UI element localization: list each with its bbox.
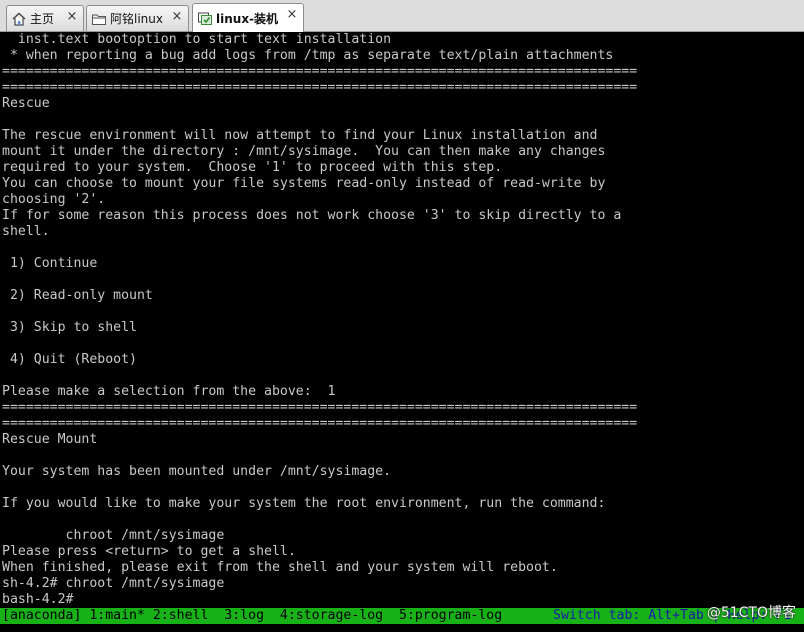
terminal-bottom-margin [0,624,804,632]
vm-icon [198,12,212,25]
tab-amingli-linux[interactable]: 阿铭linux × [86,5,189,31]
close-icon[interactable]: × [66,10,78,23]
watermark-text: @51CTO博客 [706,605,796,621]
terminal-line: The rescue environment will now attempt … [2,128,598,143]
terminal-line: ========================================… [2,80,638,95]
tab-home[interactable]: 主页 × [6,5,84,31]
terminal-line: If for some reason this process does not… [2,208,622,223]
folder-icon [92,14,106,25]
terminal-line: Please make a selection from the above: … [2,384,336,399]
close-icon[interactable]: × [286,8,298,21]
tmux-status-bar: [anaconda] 1:main* 2:shell 3:log 4:stora… [0,608,804,624]
terminal-line: 2) Read-only mount [2,288,153,303]
terminal-line: shell. [2,224,50,239]
terminal-line: ========================================… [2,416,638,431]
terminal-line: 3) Skip to shell [2,320,137,335]
terminal-line: ========================================… [2,400,638,415]
terminal-line: Rescue [2,96,50,111]
terminal-screen[interactable]: inst.text bootoption to start text insta… [0,32,804,608]
terminal-line: choosing '2'. [2,192,106,207]
terminal-line: Your system has been mounted under /mnt/… [2,464,392,479]
terminal-line: If you would like to make your system th… [2,496,606,511]
terminal-line: mount it under the directory : /mnt/sysi… [2,144,606,159]
terminal-line: sh-4.2# chroot /mnt/sysimage [2,576,225,591]
vm-console-window: 主页 × 阿铭linux × linux-装机 × inst.text boot… [0,0,804,632]
terminal-line: ========================================… [2,64,638,79]
status-window-list: [anaconda] 1:main* 2:shell 3:log 4:stora… [2,608,503,623]
terminal-line: When finished, please exit from the shel… [2,560,558,575]
home-icon [12,12,26,26]
terminal-line: 4) Quit (Reboot) [2,352,137,367]
terminal-line: Please press <return> to get a shell. [2,544,296,559]
tab-linux-install[interactable]: linux-装机 × [192,3,304,32]
tab-bar: 主页 × 阿铭linux × linux-装机 × [0,0,804,32]
terminal-line: 1) Continue [2,256,98,271]
terminal-line: chroot /mnt/sysimage [2,528,225,543]
terminal-line: Rescue Mount [2,432,98,447]
terminal-line: required to your system. Choose '1' to p… [2,160,503,175]
terminal-line: bash-4.2# [2,592,74,607]
close-icon[interactable]: × [171,10,183,23]
terminal-line: You can choose to mount your file system… [2,176,606,191]
terminal-line: * when reporting a bug add logs from /tm… [2,48,614,63]
terminal-line: inst.text bootoption to start text insta… [2,32,392,47]
